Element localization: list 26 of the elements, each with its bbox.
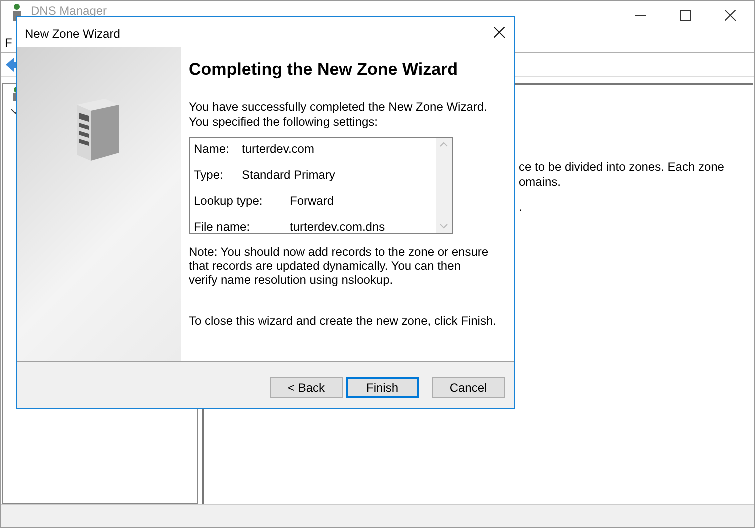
dialog-button[interactable]: Finish	[346, 377, 419, 398]
description-text: .	[519, 199, 522, 216]
window-title: DNS Manager	[31, 3, 108, 20]
setting-value: Standard Primary	[242, 167, 336, 184]
setting-label: Name:	[194, 141, 230, 158]
close-icon[interactable]	[494, 27, 505, 38]
wizard-heading: Completing the New Zone Wizard	[189, 59, 460, 81]
description-text: ce to be divided into zones. Each zone	[519, 159, 724, 176]
setting-value: Forward	[290, 193, 334, 210]
setting-value: turterdev.com.dns	[290, 219, 386, 236]
close-icon[interactable]	[725, 10, 736, 21]
dialog-title: New Zone Wizard	[25, 26, 120, 43]
dialog-button[interactable]: Cancel	[432, 377, 505, 398]
closing-text: To close this wizard and create the new zone, click Finish.	[189, 314, 498, 328]
setting-label: Type:	[194, 167, 224, 184]
menu-item[interactable]: F	[5, 34, 12, 52]
server-drawing	[75, 97, 121, 163]
setting-label: Lookup type:	[194, 193, 263, 210]
dialog-button[interactable]: < Back	[270, 377, 343, 398]
setting-value: turterdev.com	[242, 141, 314, 158]
description-text: omains.	[519, 174, 562, 191]
setting-label: File name:	[194, 219, 250, 236]
intro-text: You have successfully completed the New Zone Wizard. You specified the following settings:	[189, 100, 488, 130]
maximize-icon[interactable]	[680, 10, 691, 21]
note-text: Note: You should now add records to the zone or ensure that records are updated dynamically. You can then verify name resolution using nslookup.	[189, 245, 489, 287]
minimize-icon[interactable]	[635, 15, 646, 17]
